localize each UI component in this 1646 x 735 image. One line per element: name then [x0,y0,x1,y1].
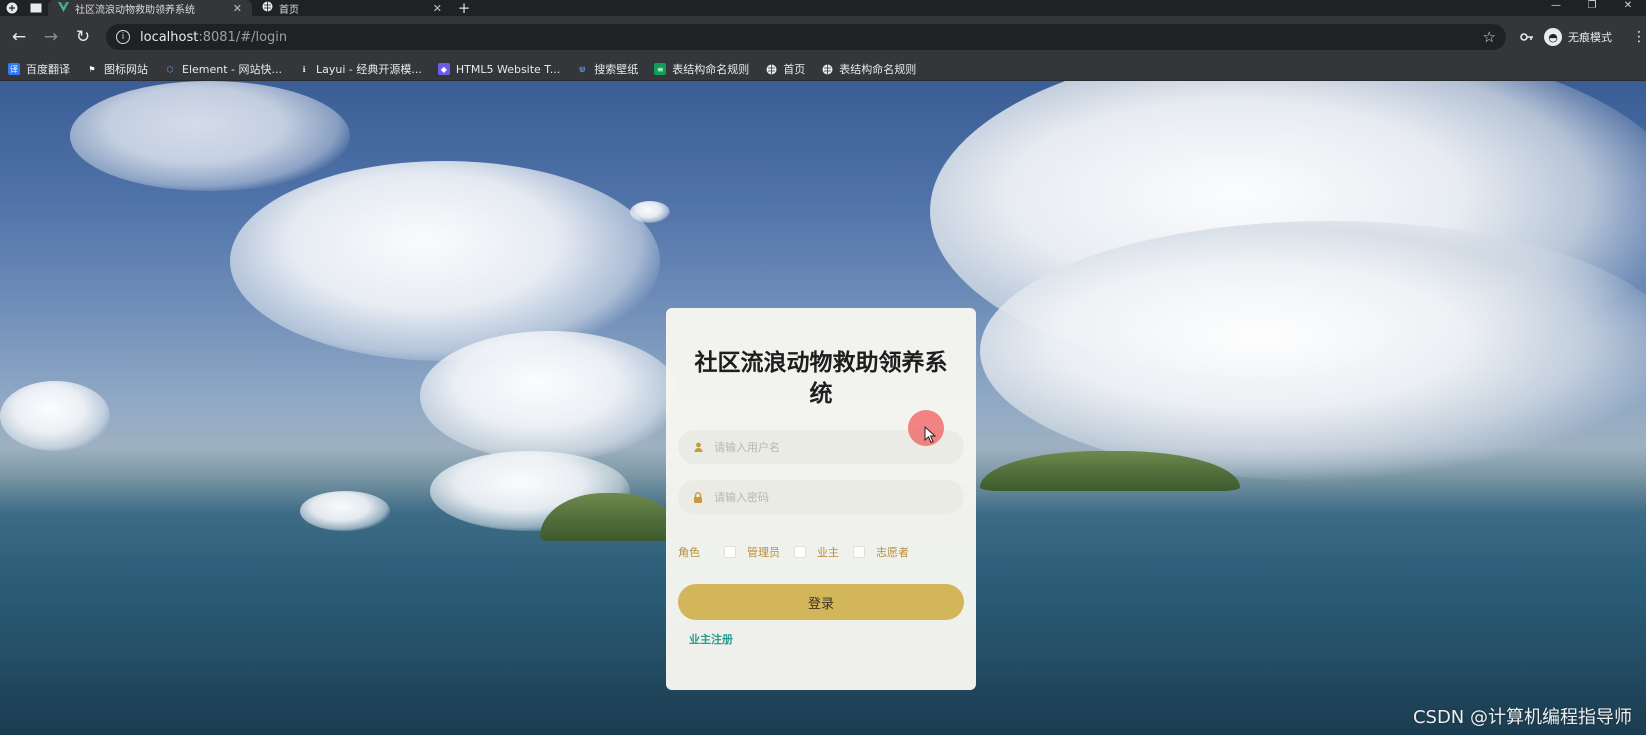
tab-home-page[interactable]: 首页 ✕ [252,0,452,16]
bookmark-item[interactable]: ⬡ Element - 网站快... [164,61,283,77]
bookmark-item[interactable]: ≡ 表结构命名规则 [654,61,749,77]
bookmark-item[interactable]: 首页 [765,61,805,77]
bookmark-item[interactable]: ⚑ 图标网站 [86,61,148,77]
incognito-icon: ◓ [1544,28,1562,46]
tab-title: 首页 [279,4,299,16]
tab-title: 社区流浪动物救助领养系统 [75,4,195,16]
browser-toolbar: ← → ↻ i localhost :8081/#/login ☆ ◓ 无痕模式… [0,16,1646,58]
password-field[interactable] [678,480,964,514]
bookmark-label: 表结构命名规则 [672,63,750,76]
flag-icon: ⚑ [88,64,96,74]
role-checkbox[interactable] [794,546,806,558]
browser-profile-icon[interactable] [0,0,24,16]
address-bar[interactable]: i localhost :8081/#/login ☆ [106,24,1506,50]
tab-overview-icon[interactable] [24,0,48,16]
role-label: 角色 [678,546,700,559]
role-option-owner[interactable]: 业主 [794,544,839,560]
cloud-decoration [70,81,350,191]
close-window-icon[interactable]: ✕ [1610,0,1646,11]
role-checkbox[interactable] [853,546,865,558]
bookmark-label: HTML5 Website T... [455,62,561,76]
cloud-decoration [0,381,110,451]
bookmark-item[interactable]: 译 百度翻译 [8,61,70,77]
bookmark-label: Layui - 经典开源模... [316,63,422,76]
bookmark-label: 首页 [783,63,806,76]
cloud-decoration [300,491,390,531]
cloud-decoration [980,221,1646,481]
layui-icon: ℹ [302,64,306,74]
mouse-pointer-icon [924,426,937,444]
element-icon: ⬡ [166,64,174,74]
bookmark-label: 图标网站 [104,63,148,76]
cloud-decoration [420,331,680,461]
password-input[interactable] [712,489,956,505]
url-host: localhost [140,29,199,45]
owner-register-link[interactable]: 业主注册 [689,631,733,647]
restore-icon[interactable]: ❐ [1574,0,1610,11]
reload-icon[interactable]: ↻ [70,24,96,50]
globe-icon [262,1,273,15]
site-info-icon[interactable]: i [116,30,130,44]
role-option-admin[interactable]: 管理员 [724,544,780,560]
translate-icon: 译 [8,63,20,75]
bookmark-label: 搜索壁纸 [594,63,639,76]
tab-login-page[interactable]: 社区流浪动物救助领养系统 ✕ [48,0,252,16]
bookmark-label: Element - 网站快... [182,63,282,76]
wallpaper-icon: ⋓ [578,64,586,74]
password-key-icon[interactable] [1520,31,1534,44]
minimize-icon[interactable]: — [1538,0,1574,11]
bookmark-label: 百度翻译 [26,63,70,76]
forward-icon[interactable]: → [38,24,64,50]
lock-icon [692,491,704,503]
browser-tab-bar: 社区流浪动物救助领养系统 ✕ 首页 ✕ + — ❐ ✕ [0,0,1646,17]
login-button[interactable]: 登录 [678,584,964,620]
url-path: :8081/#/login [198,29,288,45]
tab-close-icon[interactable]: ✕ [233,2,242,15]
bookmarks-bar: 译 百度翻译 ⚑ 图标网站 ⬡ Element - 网站快... ℹ Layui… [0,58,1646,81]
incognito-indicator[interactable]: ◓ 无痕模式 [1544,28,1612,46]
globe-icon [821,63,833,75]
menu-dots-icon[interactable]: ⋮ [1632,29,1646,45]
cloud-decoration [230,161,660,361]
login-title: 社区流浪动物救助领养系统 [694,350,948,407]
bookmark-item[interactable]: ⋓ 搜索壁纸 [576,61,638,77]
back-icon[interactable]: ← [6,24,32,50]
role-option-label: 管理员 [747,546,780,559]
role-option-volunteer[interactable]: 志愿者 [853,544,909,560]
bookmark-item[interactable]: ℹ Layui - 经典开源模... [298,61,422,77]
bookmark-star-icon[interactable]: ☆ [1483,28,1496,46]
role-option-label: 业主 [817,546,839,559]
cloud-decoration [630,201,670,223]
incognito-label: 无痕模式 [1568,31,1612,44]
role-option-label: 志愿者 [876,546,909,559]
user-icon [692,442,704,452]
new-tab-icon[interactable]: + [452,0,476,17]
tab-close-icon[interactable]: ✕ [433,2,442,15]
login-card: 社区流浪动物救助领养系统 角色 管理员 业主 志愿者 登录 业主注册 [666,308,976,690]
globe-icon [765,63,777,75]
csdn-watermark: CSDN @计算机编程指导师 [1412,707,1632,728]
doc-icon: ≡ [654,63,667,75]
role-selector: 角色 管理员 业主 志愿者 [678,544,964,560]
html5-icon: ◆ [437,63,450,75]
bookmark-item[interactable]: ◆ HTML5 Website T... [437,62,561,76]
toolbar-right: ◓ 无痕模式 ⋮ [1520,28,1646,46]
vue-favicon-icon [58,1,69,15]
window-controls: — ❐ ✕ [1538,0,1646,11]
bookmark-label: 表结构命名规则 [839,63,917,76]
bookmark-item[interactable]: 表结构命名规则 [821,61,916,77]
role-checkbox[interactable] [724,546,736,558]
